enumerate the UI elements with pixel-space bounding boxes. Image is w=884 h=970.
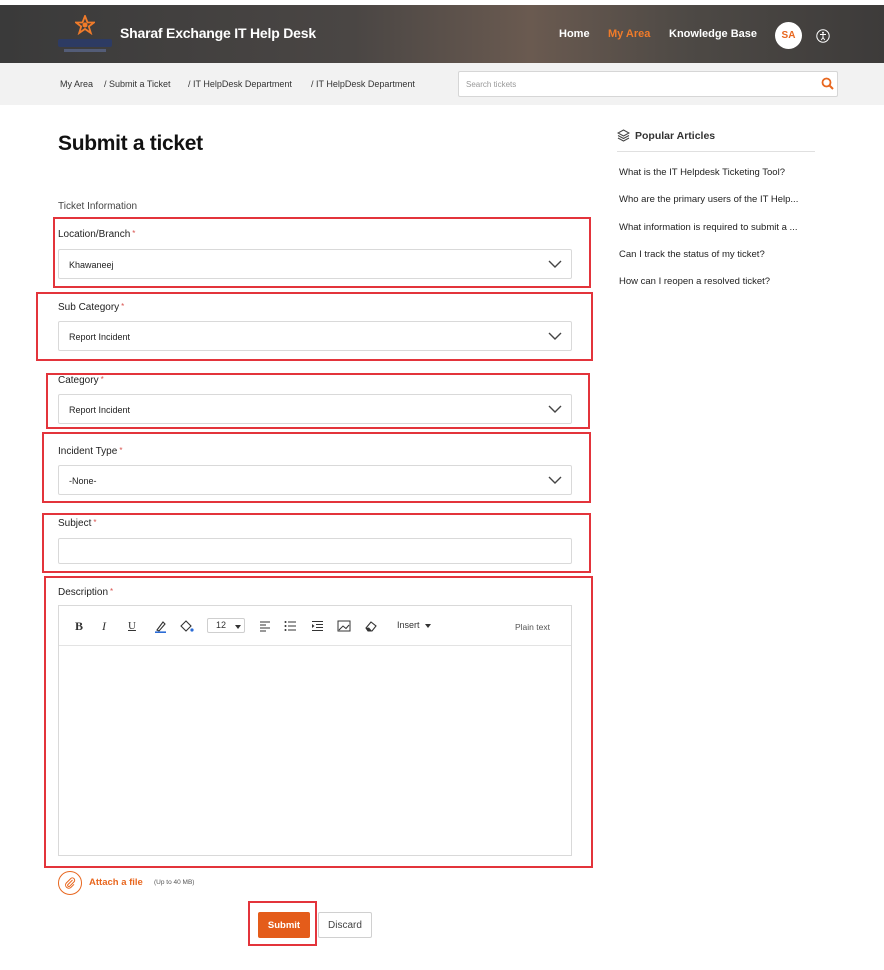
search-icon[interactable] (821, 77, 834, 90)
description-editor-body[interactable] (59, 647, 571, 855)
company-logo[interactable] (58, 15, 112, 55)
breadcrumb-bar: My Area / Submit a Ticket / IT HelpDesk … (0, 63, 884, 105)
font-size-dropdown[interactable]: 12 (207, 618, 245, 633)
submit-button[interactable]: Submit (258, 912, 310, 938)
caret-down-icon (424, 623, 431, 628)
search-box (458, 71, 838, 97)
layers-icon (617, 129, 630, 142)
category-select[interactable]: Report Incident (58, 394, 572, 424)
discard-button[interactable]: Discard (318, 912, 372, 938)
nav-home[interactable]: Home (559, 28, 590, 40)
location-select[interactable]: Khawaneej (58, 249, 572, 279)
logo-star-icon (75, 15, 95, 35)
user-avatar[interactable]: SA (775, 22, 802, 49)
search-input[interactable] (459, 72, 809, 96)
attach-size-hint: (Up to 40 MB) (154, 879, 195, 886)
chevron-down-icon (548, 260, 562, 268)
logo-wordmark (58, 39, 112, 47)
subject-input[interactable] (58, 538, 572, 564)
logo-tagline (64, 49, 106, 52)
category-value: Report Incident (69, 405, 131, 415)
text-color-icon[interactable] (154, 619, 167, 633)
chevron-down-icon (548, 476, 562, 484)
underline-icon[interactable]: U (128, 619, 136, 633)
caret-down-icon (235, 625, 241, 629)
breadcrumb-my-area[interactable]: My Area (60, 79, 93, 89)
align-left-icon[interactable] (259, 619, 271, 633)
attach-file-link[interactable]: Attach a file (89, 877, 143, 888)
bullet-list-icon[interactable] (284, 619, 297, 633)
paperclip-icon (65, 877, 76, 889)
chevron-down-icon (548, 332, 562, 340)
popular-articles-title: Popular Articles (635, 130, 716, 142)
plain-text-toggle[interactable]: Plain text (515, 622, 550, 632)
breadcrumb-department-current: / IT HelpDesk Department (311, 79, 415, 89)
nav-knowledge-base[interactable]: Knowledge Base (669, 28, 757, 40)
article-link[interactable]: Can I track the status of my ticket? (619, 249, 819, 260)
incident-type-select[interactable]: -None- (58, 465, 572, 495)
attach-button[interactable] (58, 871, 82, 895)
incident-type-value: -None- (69, 476, 97, 486)
italic-icon[interactable]: I (102, 619, 106, 633)
location-value: Khawaneej (69, 260, 114, 270)
accessibility-icon[interactable] (816, 29, 830, 43)
article-link[interactable]: What is the IT Helpdesk Ticketing Tool? (619, 167, 819, 178)
location-label: Location/Branch * (58, 229, 136, 240)
subject-label: Subject * (58, 518, 97, 529)
category-label: Category * (58, 375, 104, 386)
insert-dropdown[interactable]: Insert (397, 620, 431, 630)
bold-icon[interactable]: B (75, 619, 83, 633)
font-size-value: 12 (216, 620, 227, 630)
sub-category-value: Report Incident (69, 332, 131, 342)
sub-category-label: Sub Category * (58, 302, 125, 313)
app-title: Sharaf Exchange IT Help Desk (120, 25, 316, 41)
description-label: Description * (58, 587, 114, 598)
popular-articles-header: Popular Articles (617, 128, 815, 152)
chevron-down-icon (548, 405, 562, 413)
incident-type-label: Incident Type * (58, 446, 123, 457)
top-header: Sharaf Exchange IT Help Desk Home My Are… (0, 5, 884, 63)
article-link[interactable]: Who are the primary users of the IT Help… (619, 194, 819, 205)
description-editor: B I U 12 Insert Plain text (58, 605, 572, 856)
page-title: Submit a ticket (58, 132, 203, 155)
fill-color-icon[interactable] (179, 619, 194, 633)
article-link[interactable]: What information is required to submit a… (619, 222, 819, 233)
image-icon[interactable] (337, 619, 351, 633)
eraser-icon[interactable] (364, 619, 378, 633)
article-link[interactable]: How can I reopen a resolved ticket? (619, 276, 819, 287)
sub-category-select[interactable]: Report Incident (58, 321, 572, 351)
editor-toolbar: B I U 12 Insert Plain text (59, 606, 571, 646)
section-label: Ticket Information (58, 201, 138, 212)
breadcrumb-department[interactable]: / IT HelpDesk Department (188, 79, 292, 89)
nav-my-area[interactable]: My Area (608, 28, 650, 40)
breadcrumb-submit-ticket[interactable]: / Submit a Ticket (104, 79, 171, 89)
indent-icon[interactable] (311, 619, 324, 633)
